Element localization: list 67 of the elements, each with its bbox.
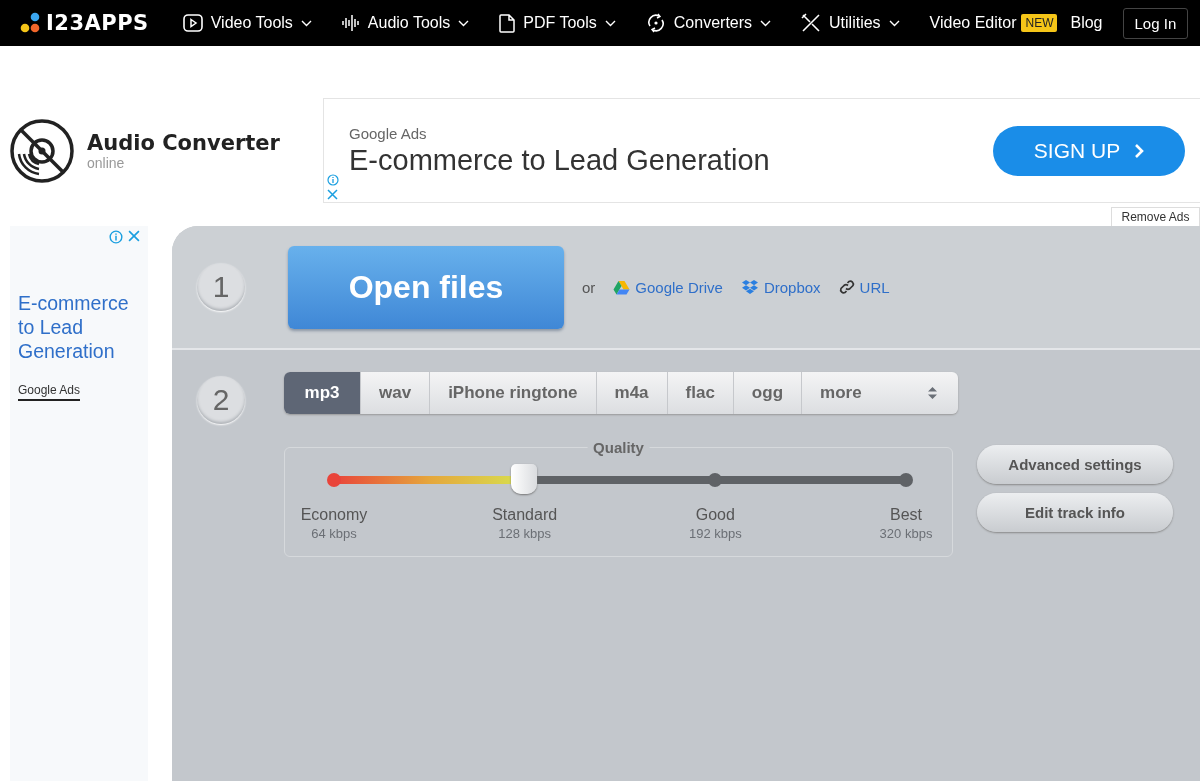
chevron-down-icon (760, 19, 772, 27)
nav-menu[interactable]: Converters (645, 13, 772, 33)
quality-title: Quality (587, 439, 650, 456)
document-icon (499, 13, 516, 33)
bitrate-label: 192 kbps (688, 526, 742, 541)
nav-link[interactable]: Video Editor (929, 14, 1017, 32)
nav-menu[interactable]: Video Tools (182, 14, 312, 32)
new-badge: NEW (1021, 14, 1058, 32)
quality-label: Best (890, 506, 922, 524)
bitrate-label: 128 kbps (498, 526, 552, 541)
play-icon (182, 14, 203, 32)
logo-icon (20, 12, 42, 34)
disc-icon (9, 117, 75, 184)
link-icon (838, 279, 855, 295)
chevron-down-icon (458, 19, 470, 27)
chevron-down-icon (300, 19, 312, 27)
ad-headline[interactable]: E-commerce to Lead Generation (349, 143, 993, 177)
chevron-down-icon (888, 19, 900, 27)
format-tab[interactable]: wav (361, 372, 431, 414)
tools-icon (801, 13, 822, 33)
ad-headline[interactable]: E-commerce to Lead Generation (18, 291, 140, 363)
info-icon[interactable] (327, 174, 339, 186)
login-button[interactable]: Log In (1122, 7, 1189, 39)
info-icon[interactable] (109, 230, 123, 244)
quality-label: Standard (492, 506, 558, 524)
chevron-down-icon (604, 19, 616, 27)
ad-label: Google Ads (18, 383, 81, 401)
close-icon[interactable] (327, 189, 338, 200)
more-formats-select[interactable]: more (802, 372, 958, 414)
refresh-icon (645, 13, 666, 33)
nav-menu[interactable]: Audio Tools (341, 14, 470, 32)
remove-ads-tab[interactable]: Remove Ads (1111, 207, 1200, 226)
bitrate-label: 320 kbps (879, 526, 933, 541)
quality-label: Economy (300, 506, 368, 524)
dropbox-icon (740, 279, 759, 295)
source-link[interactable]: URL (838, 278, 890, 296)
logo-text[interactable]: I23APPS (46, 11, 149, 35)
app-subtitle: online (87, 154, 126, 171)
nav-link[interactable]: Blog (1070, 14, 1103, 32)
settings-button[interactable]: Edit track info (977, 493, 1173, 532)
step-number: 2 (197, 376, 245, 424)
app-title: Audio Converter (87, 130, 280, 155)
nav-menu[interactable]: PDF Tools (499, 13, 616, 33)
quality-label: Good (695, 506, 735, 524)
bitrate-label: 64 kbps (311, 526, 357, 541)
format-tab[interactable]: m4a (596, 372, 668, 414)
nav-menu[interactable]: Utilities (801, 13, 900, 33)
sort-arrows-icon (927, 386, 938, 400)
chevron-right-icon (1134, 142, 1145, 159)
slider-thumb[interactable] (511, 464, 538, 494)
drive-icon (613, 279, 631, 295)
source-link[interactable]: Google Drive (613, 278, 723, 296)
close-icon[interactable] (128, 230, 140, 242)
format-tab[interactable]: mp3 (284, 372, 361, 414)
format-tab[interactable]: ogg (733, 372, 802, 414)
open-files-button[interactable]: Open files (288, 245, 564, 329)
format-tab[interactable]: iPhone ringtone (430, 372, 597, 414)
format-tab[interactable]: flac (667, 372, 734, 414)
slider-stop[interactable] (899, 473, 913, 487)
waveform-icon (341, 14, 360, 32)
step-number: 1 (197, 263, 245, 311)
settings-button[interactable]: Advanced settings (977, 445, 1173, 484)
slider-stop[interactable] (327, 473, 341, 487)
or-text: or (582, 278, 596, 296)
source-link[interactable]: Dropbox (740, 278, 821, 296)
ad-label: Google Ads (349, 124, 428, 142)
signup-button[interactable]: SIGN UP (993, 125, 1185, 176)
